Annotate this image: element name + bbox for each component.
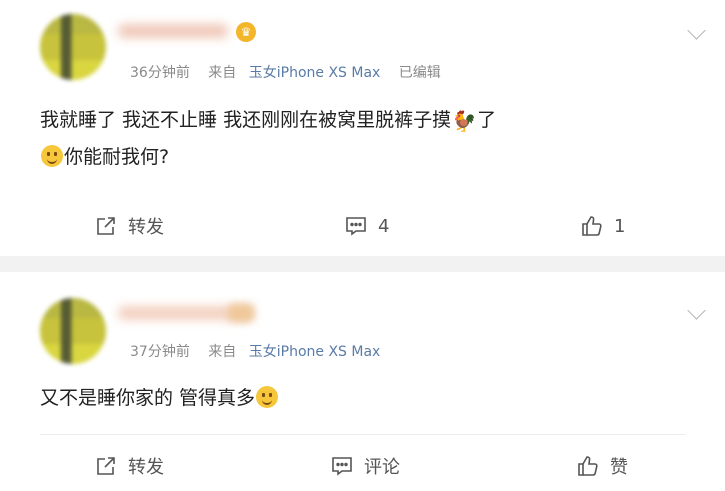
source-device-link[interactable]: 玉女iPhone XS Max (249, 344, 381, 360)
source-prefix: 来自 (208, 344, 237, 360)
repost-label: 转发 (128, 217, 164, 238)
section-divider (0, 256, 725, 272)
smile-emoji (41, 145, 63, 167)
repost-button[interactable]: 转发 (94, 446, 164, 486)
comment-icon (332, 457, 352, 476)
post-meta: 36分钟前 来自 玉女iPhone XS Max 已编辑 (130, 62, 441, 82)
comment-button[interactable]: 4 (344, 206, 389, 246)
post-time: 37分钟前 (130, 344, 190, 360)
repost-icon (97, 217, 115, 235)
thumbs-up-icon (578, 456, 598, 476)
action-bar: 转发 4 1 (0, 206, 725, 246)
crown-icon: ♛ (236, 22, 256, 42)
post-text-line1: 我就睡了 我还不止睡 我还刚刚在被窝里脱裤子摸 (40, 109, 452, 131)
repost-icon (97, 457, 115, 475)
like-button[interactable]: 1 (580, 206, 625, 246)
username-blurred[interactable] (118, 24, 228, 38)
like-label: 赞 (610, 457, 628, 478)
rooster-emoji: 🐓 (451, 109, 477, 133)
chevron-down-icon[interactable] (687, 21, 706, 40)
like-button[interactable]: 赞 (576, 446, 628, 486)
edited-label[interactable]: 已编辑 (399, 65, 441, 81)
smile-emoji (256, 386, 279, 408)
like-count: 1 (614, 215, 626, 237)
post-meta: 37分钟前 来自 玉女iPhone XS Max (130, 341, 380, 361)
divider-line (40, 434, 685, 435)
post-text-line2: 你能耐我何? (64, 146, 170, 168)
comment-card: 37分钟前 来自 玉女iPhone XS Max 又不是睡你家的 管得真多 转发… (0, 272, 725, 491)
avatar[interactable] (40, 14, 106, 80)
comment-label: 评论 (364, 457, 400, 478)
post-text-line1-tail: 了 (477, 109, 497, 131)
source-prefix: 来自 (208, 65, 237, 81)
thumbs-up-icon (582, 216, 602, 236)
post-text: 我就睡了 我还不止睡 我还刚刚在被窝里脱裤子摸🐓了 你能耐我何? (40, 102, 685, 175)
comment-count: 4 (378, 215, 390, 237)
repost-button[interactable]: 转发 (94, 206, 164, 246)
source-device-link[interactable]: 玉女iPhone XS Max (249, 65, 381, 81)
post-text-line1: 又不是睡你家的 管得真多 (40, 387, 256, 409)
comment-button[interactable]: 评论 (330, 446, 400, 486)
post-text: 又不是睡你家的 管得真多 (40, 380, 685, 416)
post-time: 36分钟前 (130, 65, 190, 81)
chevron-down-icon[interactable] (687, 301, 706, 320)
action-bar: 转发 评论 赞 (0, 446, 725, 486)
comment-icon (346, 217, 366, 236)
avatar[interactable] (40, 298, 106, 364)
comment-card: ♛ 36分钟前 来自 玉女iPhone XS Max 已编辑 我就睡了 我还不止… (0, 0, 725, 256)
user-badge-blurred (228, 304, 254, 322)
repost-label: 转发 (128, 457, 164, 478)
